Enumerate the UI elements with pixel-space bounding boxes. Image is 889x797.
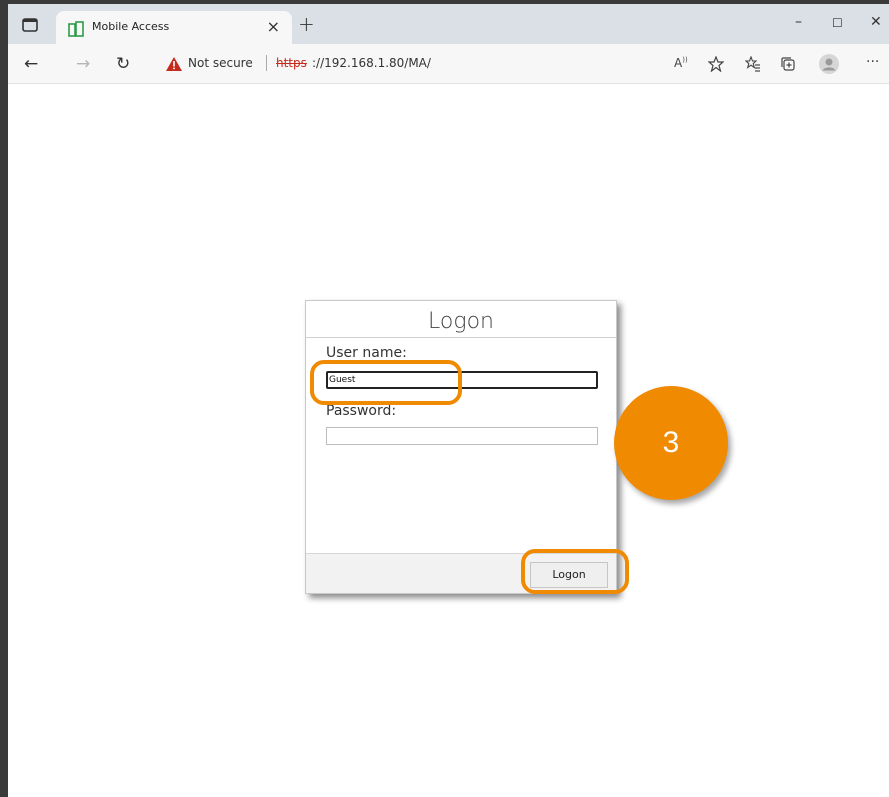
tab-close-icon[interactable]: × [267,17,280,36]
warning-icon[interactable] [166,57,182,71]
tab-bar: Mobile Access × + – ☐ ✕ [8,4,889,44]
step-number-badge: 3 [614,386,728,500]
dialog-title: Logon [428,309,494,334]
url-text: ://192.168.1.80/MA/ [312,56,431,70]
logon-button-highlight-ring [521,549,629,594]
favorites-icon[interactable] [745,56,761,72]
address-toolbar: ← → ↻ Not secure https ://192.168.1.80/M… [8,44,889,84]
tab-actions-icon[interactable] [22,18,38,32]
tab-mobile-access[interactable]: Mobile Access × [56,11,292,44]
close-window-button[interactable]: ✕ [870,14,882,30]
new-tab-button[interactable]: + [298,12,315,36]
separator [266,55,267,71]
back-button[interactable]: ← [24,54,38,74]
title-divider [306,337,616,338]
username-highlight-ring [310,360,462,405]
profile-icon[interactable] [819,54,839,74]
forward-button[interactable]: → [76,54,90,74]
browser-window: Mobile Access × + – ☐ ✕ ← → ↻ Not secure… [0,0,889,797]
refresh-button[interactable]: ↻ [116,54,130,74]
security-status[interactable]: Not secure [188,56,253,70]
maximize-button[interactable]: ☐ [832,16,843,30]
url-protocol: https [276,56,307,70]
address-bar[interactable]: Not secure https ://192.168.1.80/MA/ [156,50,656,78]
minimize-button[interactable]: – [795,14,802,30]
mobile-access-favicon-icon [68,21,84,37]
read-aloud-icon[interactable]: A)) [674,56,688,70]
password-input[interactable] [326,427,598,445]
username-label: User name: [326,345,407,361]
password-label: Password: [326,403,397,419]
more-icon[interactable]: ··· [866,54,879,70]
favorite-add-icon[interactable] [708,56,724,72]
collections-icon[interactable] [780,56,796,72]
tab-title: Mobile Access [92,20,170,33]
